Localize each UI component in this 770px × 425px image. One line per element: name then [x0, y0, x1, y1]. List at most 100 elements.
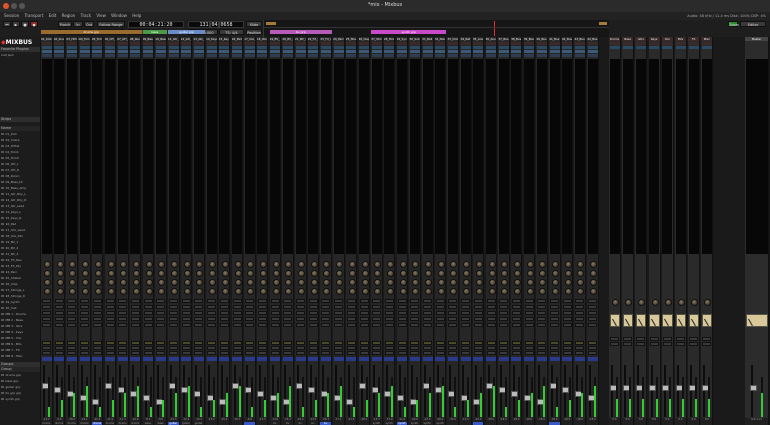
plugin-slot-eq[interactable] [473, 42, 484, 45]
plugin-slot-sends[interactable] [587, 50, 598, 53]
solo-button[interactable] [42, 346, 51, 350]
eq-band-button[interactable] [169, 305, 178, 309]
gain-fader[interactable] [66, 365, 74, 417]
strip-name-button[interactable]: 18_Vox_Dbl [256, 37, 268, 41]
eq-band-button[interactable] [67, 323, 77, 327]
eq-band-button[interactable] [384, 299, 394, 303]
plugin-slot-sends[interactable] [511, 50, 522, 53]
eq-band-button[interactable] [524, 317, 534, 321]
plugin-slot-extra[interactable] [270, 54, 281, 57]
strip-name-button[interactable]: 31_Bell [422, 37, 433, 41]
eq-band-button[interactable] [308, 305, 318, 309]
mute-button[interactable] [435, 341, 445, 345]
trim-knob-icon[interactable] [437, 279, 445, 286]
strip-visible-checkbox[interactable] [1, 318, 4, 322]
record-arm-button[interactable] [219, 351, 229, 355]
eq-band-button[interactable] [575, 305, 585, 309]
strip-list-item[interactable]: 08_Room [1, 174, 39, 178]
plugin-slot-sends[interactable] [308, 50, 319, 53]
eq-band-button[interactable] [92, 299, 102, 303]
trim-knob-icon[interactable] [412, 288, 420, 295]
strip-group-button[interactable] [219, 422, 230, 425]
plugin-slot-extra[interactable] [117, 54, 128, 57]
gain-fader[interactable] [447, 365, 455, 417]
trim-knob-icon[interactable] [437, 261, 445, 268]
plugin-slot-comp[interactable] [130, 46, 141, 49]
eq-band-button[interactable] [499, 299, 509, 303]
trim-knob-icon[interactable] [590, 279, 598, 286]
eq-band-button[interactable] [321, 317, 331, 321]
eq-band-button[interactable] [194, 299, 204, 303]
strip-name-button[interactable]: 22_FX_Rev [307, 37, 319, 41]
mute-button[interactable] [372, 341, 382, 345]
plugin-slot-sends[interactable] [384, 50, 395, 53]
trim-knob-icon[interactable] [221, 288, 229, 295]
plugin-slot-extra[interactable] [308, 54, 319, 57]
eq-band-button[interactable] [562, 311, 572, 315]
trim-knob-icon[interactable] [399, 279, 407, 286]
record-arm-button[interactable] [588, 351, 598, 355]
eq-band-button[interactable] [397, 317, 407, 321]
plugin-slot-sends[interactable] [409, 50, 420, 53]
trim-knob-icon[interactable] [501, 279, 509, 286]
bus-processor-box[interactable] [649, 59, 660, 254]
solo-button[interactable] [169, 346, 178, 350]
eq-band-button[interactable] [118, 323, 128, 327]
eq-band-button[interactable] [245, 305, 255, 309]
solo-button[interactable] [257, 346, 267, 350]
gain-fader[interactable] [206, 365, 214, 417]
eq-band-button[interactable] [219, 317, 229, 321]
trim-knob-icon[interactable] [526, 288, 534, 295]
solo-button[interactable] [270, 346, 280, 350]
solo-button[interactable] [384, 346, 394, 350]
strip-group-button[interactable] [587, 422, 598, 425]
record-arm-button[interactable] [130, 351, 140, 355]
trim-knob-icon[interactable] [501, 288, 509, 295]
strip-list-item[interactable]: 16_Pad [1, 222, 39, 226]
trim-knob-icon[interactable] [82, 270, 90, 277]
solo-button[interactable] [562, 346, 572, 350]
gain-fader[interactable] [486, 365, 493, 417]
plugin-slot-sends[interactable] [473, 50, 484, 53]
eq-band-button[interactable] [219, 323, 229, 327]
bus-solo-button[interactable] [662, 342, 672, 346]
trim-knob-icon[interactable] [526, 261, 534, 268]
strip-visible-checkbox[interactable] [1, 222, 4, 226]
trim-knob-icon[interactable] [475, 288, 483, 295]
strip-visible-checkbox[interactable] [1, 240, 4, 244]
record-arm-button[interactable] [410, 351, 420, 355]
plugin-slot-comp[interactable] [206, 46, 217, 49]
strip-list-item[interactable]: 25_Shaker [1, 276, 39, 280]
eq-band-button[interactable] [448, 317, 458, 321]
plugin-slot-sends[interactable] [244, 50, 255, 53]
bus-name-button[interactable]: Bass [622, 37, 634, 41]
plugin-slot-extra[interactable] [536, 54, 547, 57]
trim-knob-icon[interactable] [221, 261, 229, 268]
strip-list-item[interactable]: 01_Kick [1, 132, 39, 136]
input-button[interactable] [473, 357, 484, 361]
mute-button[interactable] [232, 341, 242, 345]
eq-band-button[interactable] [296, 317, 305, 321]
plugin-slot-sends[interactable] [447, 50, 458, 53]
mute-button[interactable] [67, 341, 77, 345]
eq-band-button[interactable] [346, 323, 356, 327]
eq-band-button[interactable] [42, 311, 51, 315]
gain-fader[interactable] [422, 365, 430, 417]
eq-band-button[interactable] [410, 299, 420, 303]
record-arm-button[interactable] [67, 351, 77, 355]
solo-button[interactable] [423, 346, 432, 350]
mute-button[interactable] [550, 341, 559, 345]
processor-box[interactable] [206, 59, 217, 254]
trim-knob-icon[interactable] [501, 270, 509, 277]
eq-band-button[interactable] [575, 317, 585, 321]
eq-band-button[interactable] [105, 311, 115, 315]
trim-knob-icon[interactable] [488, 261, 496, 268]
trim-knob-icon[interactable] [412, 270, 420, 277]
bus-fader[interactable] [622, 365, 630, 417]
eq-band-button[interactable] [207, 305, 217, 309]
bus-slot-eq[interactable] [662, 42, 673, 45]
eq-band-button[interactable] [296, 305, 305, 309]
trim-knob-icon[interactable] [221, 270, 229, 277]
eq-band-button[interactable] [321, 305, 331, 309]
eq-band-button[interactable] [486, 305, 496, 309]
